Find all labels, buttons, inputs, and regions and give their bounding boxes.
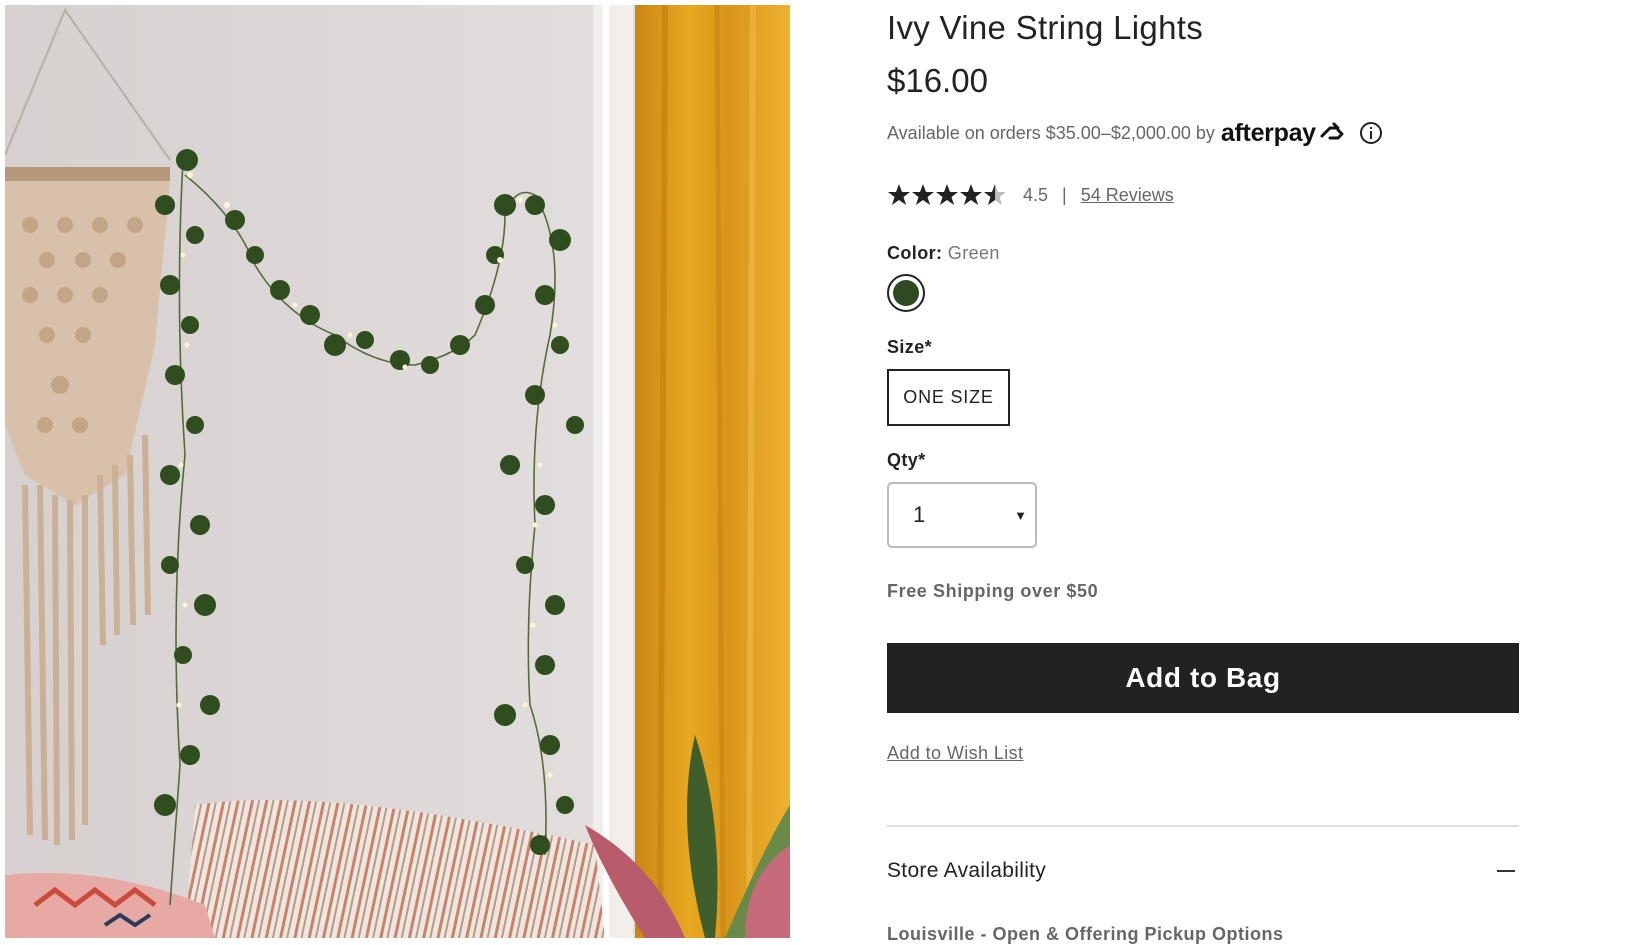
- afterpay-logo: afterpay: [1221, 119, 1346, 148]
- star-icon: [912, 184, 934, 205]
- afterpay-text: Available on orders $35.00–$2,000.00 by: [887, 122, 1215, 143]
- dropdown-arrow-icon: ▼: [1014, 508, 1027, 523]
- qty-select[interactable]: 1 ▼: [887, 482, 1037, 548]
- reviews-link[interactable]: 54 Reviews: [1081, 185, 1174, 206]
- afterpay-arrows-icon: [1320, 122, 1344, 140]
- color-label-text: Color:: [887, 243, 943, 263]
- size-label: Size*: [887, 337, 933, 357]
- collapse-minus-icon: [1497, 870, 1515, 872]
- add-to-wish-list-link[interactable]: Add to Wish List: [887, 743, 1023, 764]
- color-value: Green: [947, 243, 1000, 263]
- store-availability-title: Store Availability: [887, 859, 1047, 882]
- product-image[interactable]: [5, 5, 790, 938]
- rating-value: 4.5: [1023, 184, 1049, 205]
- section-divider: [887, 825, 1519, 827]
- afterpay-row: Available on orders $35.00–$2,000.00 by …: [887, 118, 1383, 148]
- afterpay-brand: afterpay: [1220, 118, 1316, 147]
- star-rating: [887, 183, 1007, 207]
- color-label: Color: Green: [887, 243, 1000, 264]
- star-icon: [936, 184, 958, 205]
- product-title: Ivy Vine String Lights: [887, 9, 1203, 46]
- color-swatch-fill: [893, 280, 919, 306]
- rating-separator: |: [1062, 184, 1067, 205]
- info-icon[interactable]: [1359, 121, 1383, 145]
- half-star-icon: [984, 184, 1006, 205]
- rating-row: 4.5 | 54 Reviews: [887, 183, 1174, 207]
- size-option-one-size[interactable]: ONE SIZE: [887, 369, 1010, 426]
- add-to-bag-button[interactable]: Add to Bag: [887, 643, 1519, 713]
- product-price: $16.00: [887, 62, 988, 99]
- qty-label: Qty*: [887, 450, 926, 470]
- star-icon: [888, 184, 910, 205]
- free-shipping-note: Free Shipping over $50: [887, 581, 1099, 601]
- color-swatch-green[interactable]: [887, 274, 925, 312]
- star-icon: [960, 184, 982, 205]
- store-availability-toggle[interactable]: Store Availability: [887, 855, 1519, 887]
- store-location: Louisville - Open & Offering Pickup Opti…: [887, 924, 1284, 944]
- qty-value: 1: [913, 502, 926, 527]
